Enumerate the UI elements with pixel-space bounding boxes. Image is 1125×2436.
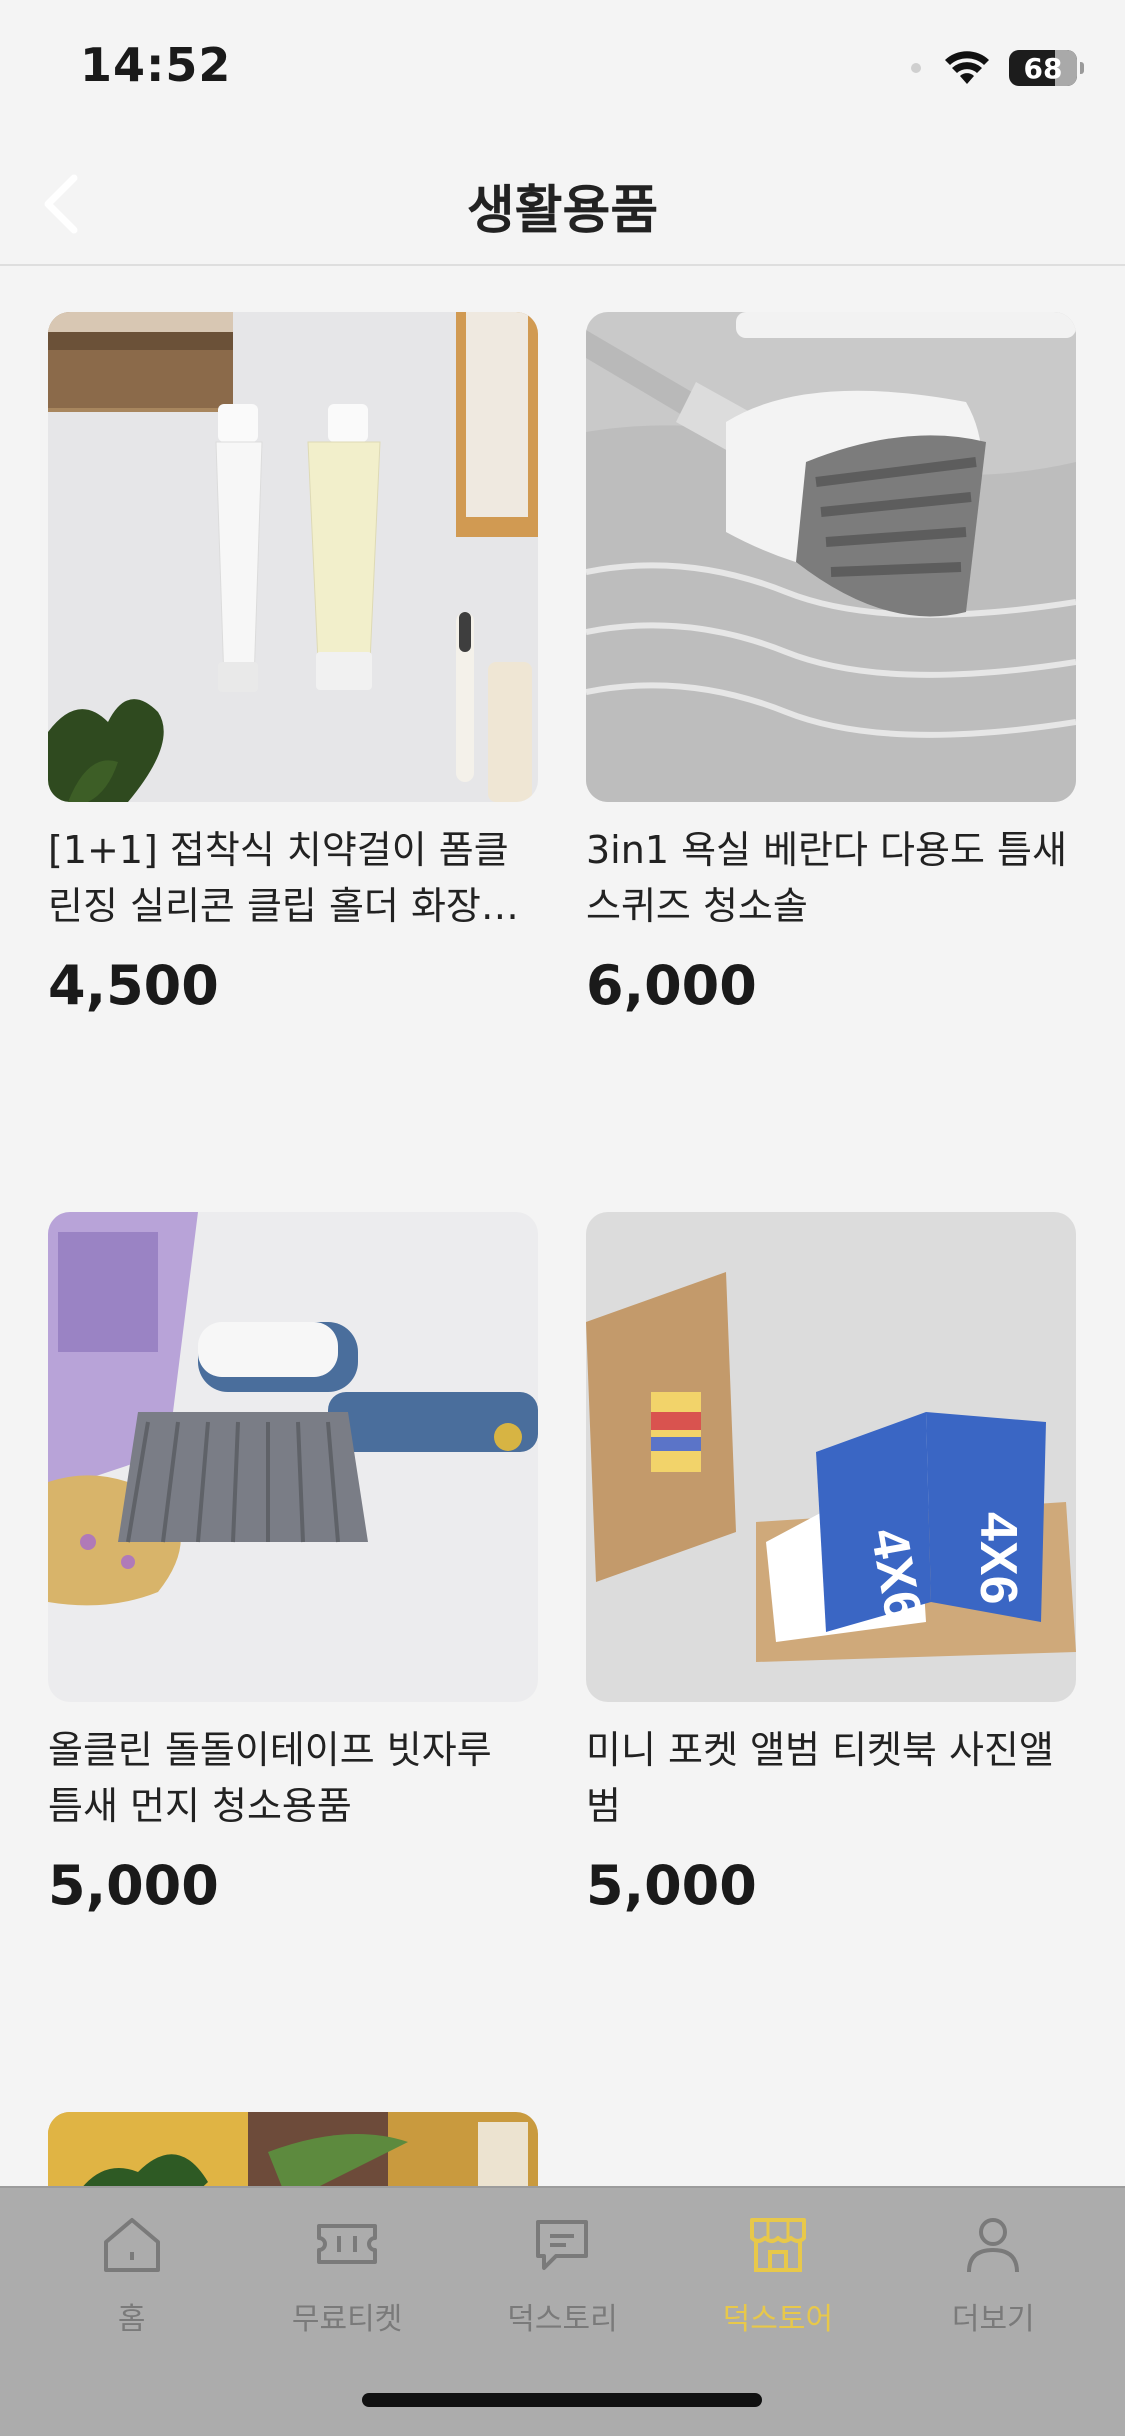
store-icon xyxy=(742,2208,814,2280)
product-card[interactable]: 올클린 돌돌이테이프 빗자루 틈새 먼지 청소용품 5,000 xyxy=(48,1212,538,2112)
tab-more[interactable]: 더보기 xyxy=(893,2208,1093,2338)
tab-free-ticket[interactable]: 무료티켓 xyxy=(247,2208,447,2338)
page-title: 생활용품 xyxy=(466,181,659,241)
product-card[interactable]: [1+1] 접착식 치약걸이 폼클린징 실리콘 클립 홀더 화장품 걸이 4,5… xyxy=(48,312,538,1212)
tab-label: 덕스토리 xyxy=(507,2302,618,2337)
tab-label: 덕스토어 xyxy=(722,2302,834,2337)
product-price: 4,500 xyxy=(48,954,219,1017)
header: 생활용품 xyxy=(0,140,1125,266)
product-image[interactable] xyxy=(48,312,538,802)
product-image[interactable]: 4X6 4X6 xyxy=(586,1212,1076,1702)
ticket-icon xyxy=(311,2208,383,2280)
product-price: 5,000 xyxy=(586,1854,757,1917)
product-image[interactable] xyxy=(48,1212,538,1702)
wifi-icon xyxy=(943,50,991,86)
battery-icon: 68 xyxy=(1009,50,1084,86)
tab-duck-story[interactable]: 덕스토리 xyxy=(462,2208,662,2338)
tab-label: 무료티켓 xyxy=(291,2302,403,2337)
home-indicator xyxy=(362,2393,762,2407)
status-time: 14:52 xyxy=(80,38,232,92)
tab-label: 더보기 xyxy=(951,2302,1035,2337)
svg-text:4X6: 4X6 xyxy=(969,1512,1027,1605)
battery-level: 68 xyxy=(1023,51,1063,85)
product-name[interactable]: 미니 포켓 앨범 티켓북 사진앨범 xyxy=(586,1722,1076,1834)
product-card[interactable]: 3in1 욕실 베란다 다용도 틈새 스퀴즈 청소솔 6,000 xyxy=(586,312,1076,1212)
product-price: 5,000 xyxy=(48,1854,219,1917)
product-price: 6,000 xyxy=(586,954,757,1017)
home-icon xyxy=(96,2208,168,2280)
status-bar: 14:52 68 xyxy=(0,0,1125,140)
product-name[interactable]: 올클린 돌돌이테이프 빗자루 틈새 먼지 청소용품 xyxy=(48,1722,538,1834)
product-name[interactable]: 3in1 욕실 베란다 다용도 틈새 스퀴즈 청소솔 xyxy=(586,822,1076,934)
tab-duck-store[interactable]: 덕스토어 xyxy=(678,2208,878,2338)
signal-icon xyxy=(911,63,921,73)
chat-icon xyxy=(526,2208,598,2280)
tab-label: 홈 xyxy=(117,2302,146,2337)
tab-home[interactable]: 홈 xyxy=(32,2208,232,2338)
status-icons: 68 xyxy=(911,46,1084,90)
product-grid: [1+1] 접착식 치약걸이 폼클린징 실리콘 클립 홀더 화장품 걸이 4,5… xyxy=(48,312,1076,2112)
product-image[interactable] xyxy=(586,312,1076,802)
product-card[interactable]: 4X6 4X6 미니 포켓 앨범 티켓북 사진앨범 5,000 xyxy=(586,1212,1076,2112)
product-name[interactable]: [1+1] 접착식 치약걸이 폼클린징 실리콘 클립 홀더 화장품 걸이 xyxy=(48,822,538,934)
profile-icon xyxy=(957,2208,1029,2280)
